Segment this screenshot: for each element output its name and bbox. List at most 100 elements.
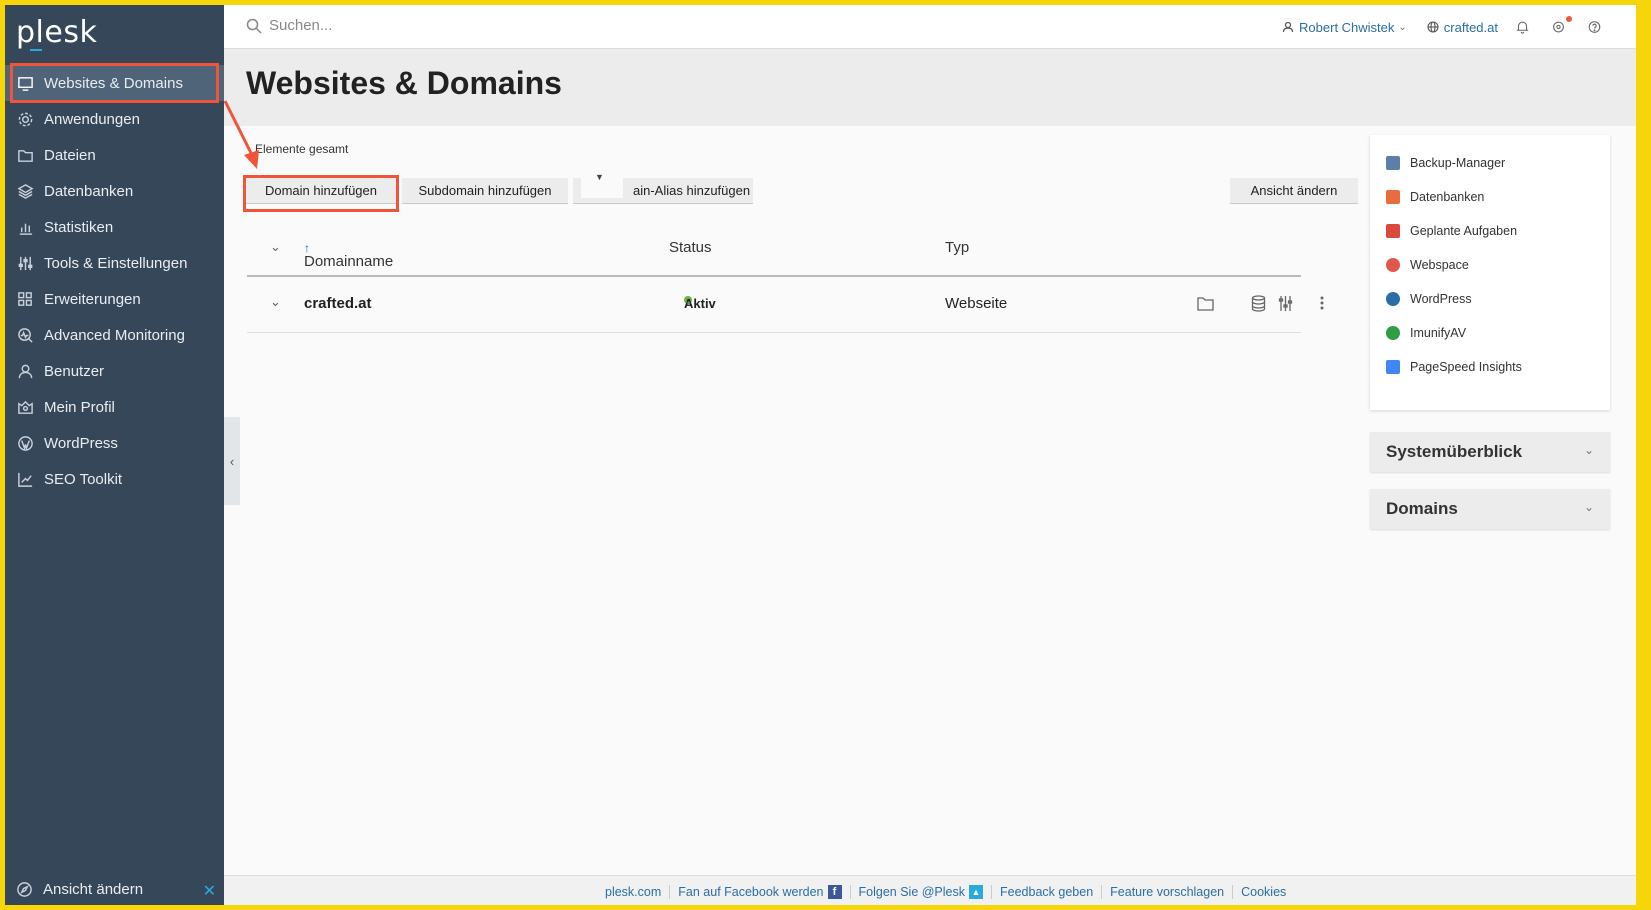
top-bar: Suchen... Robert Chwistek ⌄ crafted.at	[224, 5, 1636, 49]
link-label: ImunifyAV	[1410, 326, 1467, 340]
domains-table: ⌄ Domainname ↑ Status Typ ⌄ crafted.at A…	[247, 225, 1324, 333]
extensions-badge-icon[interactable]	[1552, 16, 1572, 36]
sidebar-item-wordpress[interactable]: WordPress	[5, 425, 224, 461]
total-elements-text: Elemente gesamt	[255, 142, 349, 156]
user-menu[interactable]: Robert Chwistek ⌄	[1282, 20, 1407, 35]
top-bar-right: Robert Chwistek ⌄ crafted.at	[1262, 5, 1606, 49]
wordpress-icon	[1386, 292, 1400, 306]
globe-icon	[1427, 21, 1439, 33]
search-input[interactable]: Suchen...	[246, 17, 332, 34]
sidebar-item-benutzer[interactable]: Benutzer	[5, 353, 224, 389]
section-title: Systemüberblick	[1386, 442, 1523, 461]
sidebar-item-label: SEO Toolkit	[44, 470, 123, 488]
sidebar-item-label: Datenbanken	[44, 182, 134, 200]
backup-icon	[1386, 156, 1400, 170]
chevron-left-icon: ‹	[229, 453, 235, 469]
col-domain-name[interactable]: Domainname ↑	[304, 239, 393, 270]
highlight-box-add-domain	[243, 175, 399, 212]
sidebar-item-label: Advanced Monitoring	[44, 326, 185, 344]
sidebar-item-label: Benutzer	[44, 362, 105, 380]
link-wordpress[interactable]: WordPress	[1386, 292, 1472, 306]
sidebar-item-seo-toolkit[interactable]: SEO Toolkit	[5, 461, 224, 497]
sidebar-item-tools-einstellungen[interactable]: Tools & Einstellungen	[5, 245, 224, 281]
page-title: Websites & Domains	[246, 65, 562, 101]
database-icon[interactable]	[1251, 295, 1266, 316]
system-overview-section[interactable]: Systemüberblick ⌄	[1370, 432, 1610, 472]
domain-name-link[interactable]: crafted.at	[304, 295, 372, 312]
sidebar-item-label: Tools & Einstellungen	[44, 254, 188, 272]
domain-type: Webseite	[945, 295, 1008, 312]
link-scheduled-tasks[interactable]: Geplante Aufgaben	[1386, 224, 1517, 238]
user-icon	[1282, 21, 1294, 33]
footer-links: plesk.com Fan auf Facebook werden f Folge…	[597, 885, 1294, 899]
close-icon[interactable]: ✕	[203, 881, 216, 901]
domains-section[interactable]: Domains ⌄	[1370, 489, 1610, 529]
link-label: Datenbanken	[1410, 190, 1485, 204]
sidebar-collapse-handle[interactable]: ‹	[224, 417, 240, 505]
folder-icon[interactable]	[1197, 296, 1214, 315]
col-status[interactable]: Status	[669, 239, 712, 256]
sidebar: plesk Websites & Domains Anwendungen Dat…	[5, 5, 224, 905]
caret-down-icon: ▼	[595, 172, 604, 182]
webspace-icon	[1386, 258, 1400, 272]
imunify-icon	[1386, 326, 1400, 340]
footer-link-label: Fan auf Facebook werden	[678, 885, 824, 899]
link-label: Webspace	[1410, 258, 1469, 272]
chevron-down-icon: ⌄	[1583, 500, 1594, 514]
app-window: plesk Websites & Domains Anwendungen Dat…	[5, 5, 1636, 905]
layers-icon	[16, 182, 34, 200]
footer-link-facebook[interactable]: Fan auf Facebook werden f	[670, 885, 851, 899]
plesk-logo[interactable]: plesk	[16, 15, 97, 51]
add-subdomain-button[interactable]: Subdomain hinzufügen	[402, 178, 568, 204]
change-view-button[interactable]: Ansicht ändern ✕	[16, 881, 216, 901]
sidebar-item-statistiken[interactable]: Statistiken	[5, 209, 224, 245]
footer-link-twitter[interactable]: Folgen Sie @Plesk ▲	[851, 885, 993, 899]
link-imunifyav[interactable]: ImunifyAV	[1386, 326, 1466, 340]
subscription-selector[interactable]: crafted.at	[1427, 20, 1498, 35]
notifications-icon[interactable]	[1516, 18, 1534, 36]
grid-icon	[16, 290, 34, 308]
footer: plesk.com Fan auf Facebook werden f Folge…	[224, 875, 1636, 905]
search-placeholder: Suchen...	[269, 17, 333, 34]
sidebar-item-datenbanken[interactable]: Datenbanken	[5, 173, 224, 209]
sidebar-item-label: Mein Profil	[44, 398, 115, 416]
help-icon[interactable]	[1588, 18, 1606, 36]
more-options-icon[interactable]	[1320, 295, 1324, 311]
twitter-icon: ▲	[969, 885, 984, 899]
table-header: ⌄ Domainname ↑ Status Typ	[247, 225, 1301, 277]
link-pagespeed[interactable]: PageSpeed Insights	[1386, 360, 1522, 374]
footer-link-label: Feature vorschlagen	[1110, 885, 1225, 899]
expand-all-icon[interactable]: ⌄	[270, 239, 281, 255]
footer-link-feature[interactable]: Feature vorschlagen	[1102, 885, 1234, 899]
change-view-toolbar-button[interactable]: Ansicht ändern	[1230, 178, 1358, 204]
sidebar-item-erweiterungen[interactable]: Erweiterungen	[5, 281, 224, 317]
sidebar-item-anwendungen[interactable]: Anwendungen	[5, 101, 224, 137]
settings-sliders-icon[interactable]	[1278, 295, 1293, 316]
sliders-icon	[16, 254, 34, 272]
folder-icon	[16, 146, 34, 164]
footer-link-cookies[interactable]: Cookies	[1233, 885, 1294, 899]
col-domain-name-label: Domainname	[304, 253, 394, 270]
link-webspace[interactable]: Webspace	[1386, 258, 1469, 272]
col-type[interactable]: Typ	[945, 239, 969, 256]
change-view-toolbar-label: Ansicht ändern	[1250, 183, 1338, 198]
pagespeed-icon	[1386, 360, 1400, 374]
sidebar-item-label: Anwendungen	[44, 110, 140, 128]
notification-dot	[1566, 16, 1572, 22]
sidebar-item-label: Erweiterungen	[44, 290, 141, 308]
sidebar-item-dateien[interactable]: Dateien	[5, 137, 224, 173]
wordpress-icon	[16, 434, 34, 452]
sidebar-item-advanced-monitoring[interactable]: Advanced Monitoring	[5, 317, 224, 353]
quick-links-panel: Backup-Manager Datenbanken Geplante Aufg…	[1370, 135, 1610, 410]
sidebar-item-mein-profil[interactable]: Mein Profil	[5, 389, 224, 425]
footer-link-plesk[interactable]: plesk.com	[597, 885, 671, 899]
profile-icon	[16, 398, 34, 416]
footer-link-feedback[interactable]: Feedback geben	[992, 885, 1103, 899]
add-alias-label: ain-Alias hinzufügen	[633, 183, 751, 198]
footer-link-label: Cookies	[1241, 885, 1287, 899]
gear-icon	[16, 110, 34, 128]
link-backup-manager[interactable]: Backup-Manager	[1386, 156, 1505, 170]
link-databases[interactable]: Datenbanken	[1386, 190, 1484, 204]
dropdown-overlay[interactable]: ▼	[581, 170, 623, 198]
expand-row-icon[interactable]: ⌄	[270, 294, 281, 310]
